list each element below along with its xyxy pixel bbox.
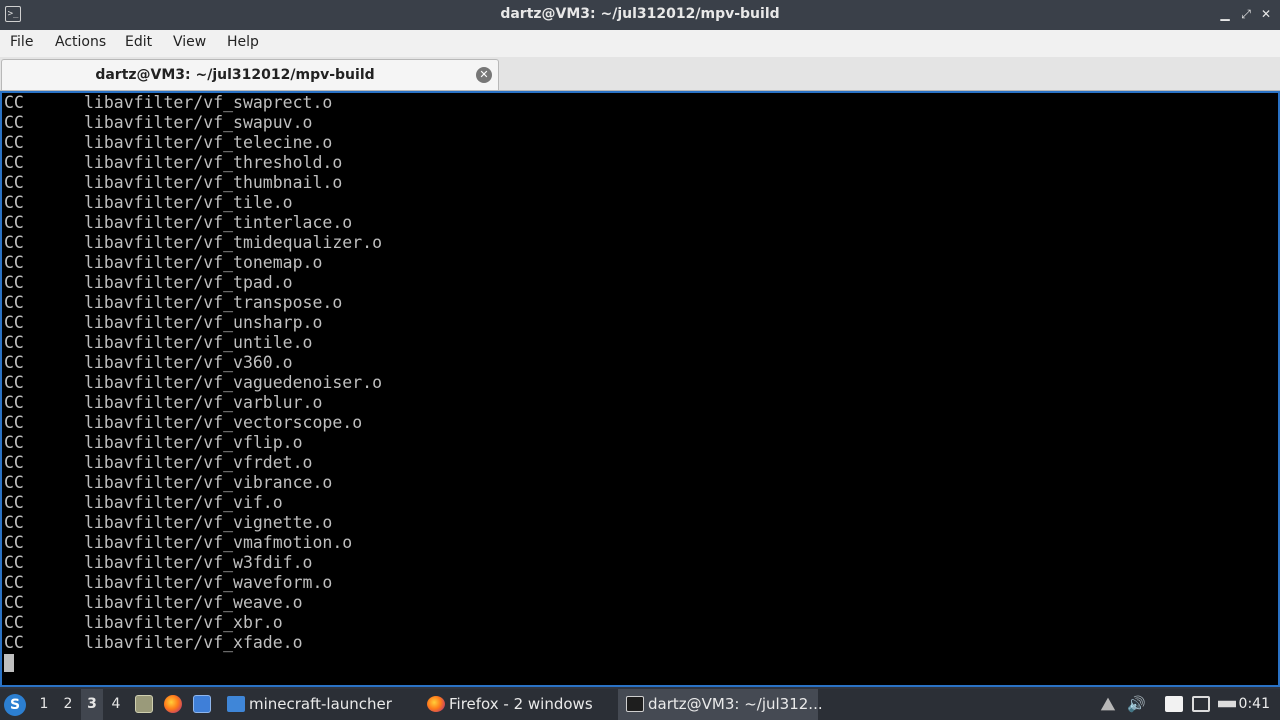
updates-icon[interactable] bbox=[1100, 697, 1116, 711]
terminal-line-command: CC bbox=[4, 453, 24, 472]
terminal-line-path: libavfilter/vf_tonemap.o bbox=[84, 253, 323, 272]
terminal-line-path: libavfilter/vf_tmidequalizer.o bbox=[84, 233, 383, 252]
menu-actions[interactable]: Actions bbox=[53, 34, 108, 50]
close-icon[interactable]: ✕ bbox=[1259, 7, 1273, 21]
workspace-1[interactable]: 1 bbox=[33, 689, 55, 720]
terminal-line-path: libavfilter/vf_vmafmotion.o bbox=[84, 533, 353, 552]
terminal-line-path: libavfilter/vf_v360.o bbox=[84, 353, 293, 372]
terminal-line-command: CC bbox=[4, 313, 24, 332]
terminal-line-path: libavfilter/vf_unsharp.o bbox=[84, 313, 323, 332]
terminal-line-command: CC bbox=[4, 493, 24, 512]
terminal-line-path: libavfilter/vf_tile.o bbox=[84, 193, 293, 212]
folder-icon bbox=[227, 696, 245, 712]
menu-view[interactable]: View bbox=[171, 34, 208, 50]
terminal-line-path: libavfilter/vf_untile.o bbox=[84, 333, 313, 352]
terminal-line-command: CC bbox=[4, 233, 24, 252]
network-icon[interactable] bbox=[1218, 700, 1236, 708]
terminal-line-command: CC bbox=[4, 613, 24, 632]
terminal-line-command: CC bbox=[4, 253, 24, 272]
terminal-line-command: CC bbox=[4, 173, 24, 192]
terminal-line-path: libavfilter/vf_thumbnail.o bbox=[84, 173, 343, 192]
terminal-line-path: libavfilter/vf_xbr.o bbox=[84, 613, 283, 632]
terminal-line-command: CC bbox=[4, 393, 24, 412]
task-firefox[interactable]: Firefox - 2 windows bbox=[424, 689, 617, 720]
terminal-line-command: CC bbox=[4, 433, 24, 452]
terminal-line-path: libavfilter/vf_vectorscope.o bbox=[84, 413, 363, 432]
terminal-line-path: libavfilter/vf_threshold.o bbox=[84, 153, 343, 172]
terminal-line-path: libavfilter/vf_xfade.o bbox=[84, 633, 303, 652]
task-label: minecraft-launcher bbox=[249, 695, 392, 713]
volume-icon[interactable]: 🔊 bbox=[1127, 696, 1146, 712]
terminal-line-path: libavfilter/vf_vif.o bbox=[84, 493, 283, 512]
terminal-line-command: CC bbox=[4, 213, 24, 232]
terminal-line-command: CC bbox=[4, 353, 24, 372]
terminal-line-path: libavfilter/vf_weave.o bbox=[84, 593, 303, 612]
window-title: dartz@VM3: ~/jul312012/mpv-build bbox=[500, 6, 780, 22]
workspace-3[interactable]: 3 bbox=[81, 689, 103, 720]
clock[interactable]: 0:41 bbox=[1239, 689, 1270, 720]
terminal-line-path: libavfilter/vf_waveform.o bbox=[84, 573, 333, 592]
terminal-line-command: CC bbox=[4, 193, 24, 212]
task-label: Firefox - 2 windows bbox=[449, 695, 593, 713]
terminal-line-command: CC bbox=[4, 93, 24, 112]
terminal-line-path: libavfilter/vf_tpad.o bbox=[84, 273, 293, 292]
maximize-icon[interactable]: ⤢ bbox=[1239, 7, 1253, 21]
terminal-line-path: libavfilter/vf_swaprect.o bbox=[84, 93, 333, 112]
task-minecraft-launcher[interactable]: minecraft-launcher bbox=[224, 689, 417, 720]
terminal-line-command: CC bbox=[4, 533, 24, 552]
firefox-icon bbox=[427, 696, 445, 712]
menu-help[interactable]: Help bbox=[225, 34, 261, 50]
workspace-4[interactable]: 4 bbox=[105, 689, 127, 720]
tab-label: dartz@VM3: ~/jul312012/mpv-build bbox=[95, 67, 375, 83]
terminal-line-command: CC bbox=[4, 373, 24, 392]
tab-terminal[interactable]: dartz@VM3: ~/jul312012/mpv-build ✕ bbox=[1, 59, 499, 90]
task-label: dartz@VM3: ~/jul312... bbox=[648, 695, 823, 713]
terminal-line-path: libavfilter/vf_vaguedenoiser.o bbox=[84, 373, 383, 392]
terminal-line-path: libavfilter/vf_vflip.o bbox=[84, 433, 303, 452]
terminal-line-command: CC bbox=[4, 553, 24, 572]
taskbar: S 1 2 3 4 minecraft-launcher Firefox - 2… bbox=[0, 689, 1280, 720]
terminal-line-command: CC bbox=[4, 593, 24, 612]
desktop-icon[interactable] bbox=[193, 695, 211, 713]
tab-bar: dartz@VM3: ~/jul312012/mpv-build ✕ bbox=[0, 57, 1280, 91]
terminal-cursor bbox=[4, 654, 14, 672]
menubar: File Actions Edit View Help bbox=[0, 30, 1280, 57]
menu-edit[interactable]: Edit bbox=[123, 34, 154, 50]
terminal-line-command: CC bbox=[4, 113, 24, 132]
minimize-icon[interactable]: ▁ bbox=[1218, 7, 1232, 21]
terminal-line-command: CC bbox=[4, 413, 24, 432]
terminal-line-command: CC bbox=[4, 473, 24, 492]
terminal-line-command: CC bbox=[4, 133, 24, 152]
firefox-icon[interactable] bbox=[164, 695, 182, 713]
terminal-line-path: libavfilter/vf_vfrdet.o bbox=[84, 453, 313, 472]
terminal-line-path: libavfilter/vf_transpose.o bbox=[84, 293, 343, 312]
terminal-line-command: CC bbox=[4, 633, 24, 652]
terminal-line-path: libavfilter/vf_w3fdif.o bbox=[84, 553, 313, 572]
terminal-line-path: libavfilter/vf_swapuv.o bbox=[84, 113, 313, 132]
terminal-line-path: libavfilter/vf_vignette.o bbox=[84, 513, 333, 532]
terminal-line-path: libavfilter/vf_telecine.o bbox=[84, 133, 333, 152]
workspace-2[interactable]: 2 bbox=[57, 689, 79, 720]
terminal-line-command: CC bbox=[4, 573, 24, 592]
show-desktop-icon[interactable] bbox=[135, 695, 153, 713]
lxqt-start-icon[interactable]: S bbox=[4, 694, 26, 716]
terminal-line-command: CC bbox=[4, 293, 24, 312]
terminal-line-path: libavfilter/vf_tinterlace.o bbox=[84, 213, 353, 232]
task-terminal[interactable]: dartz@VM3: ~/jul312... bbox=[618, 689, 823, 720]
menu-file[interactable]: File bbox=[8, 34, 35, 50]
terminal-line-path: libavfilter/vf_varblur.o bbox=[84, 393, 323, 412]
display-icon[interactable] bbox=[1192, 696, 1210, 712]
clipboard-icon[interactable] bbox=[1165, 696, 1183, 712]
close-circle-icon[interactable]: ✕ bbox=[476, 67, 492, 83]
terminal-line-command: CC bbox=[4, 273, 24, 292]
terminal-line-path: libavfilter/vf_vibrance.o bbox=[84, 473, 333, 492]
terminal-line-command: CC bbox=[4, 513, 24, 532]
terminal-view[interactable]: CC libavfilter/vf_swaprect.o CC libavfilter… bbox=[0, 91, 1280, 687]
terminal-line-command: CC bbox=[4, 153, 24, 172]
terminal-icon bbox=[626, 696, 644, 712]
window-titlebar: >_ dartz@VM3: ~/jul312012/mpv-build ▁ ⤢ … bbox=[0, 0, 1280, 30]
terminal-line-command: CC bbox=[4, 333, 24, 352]
